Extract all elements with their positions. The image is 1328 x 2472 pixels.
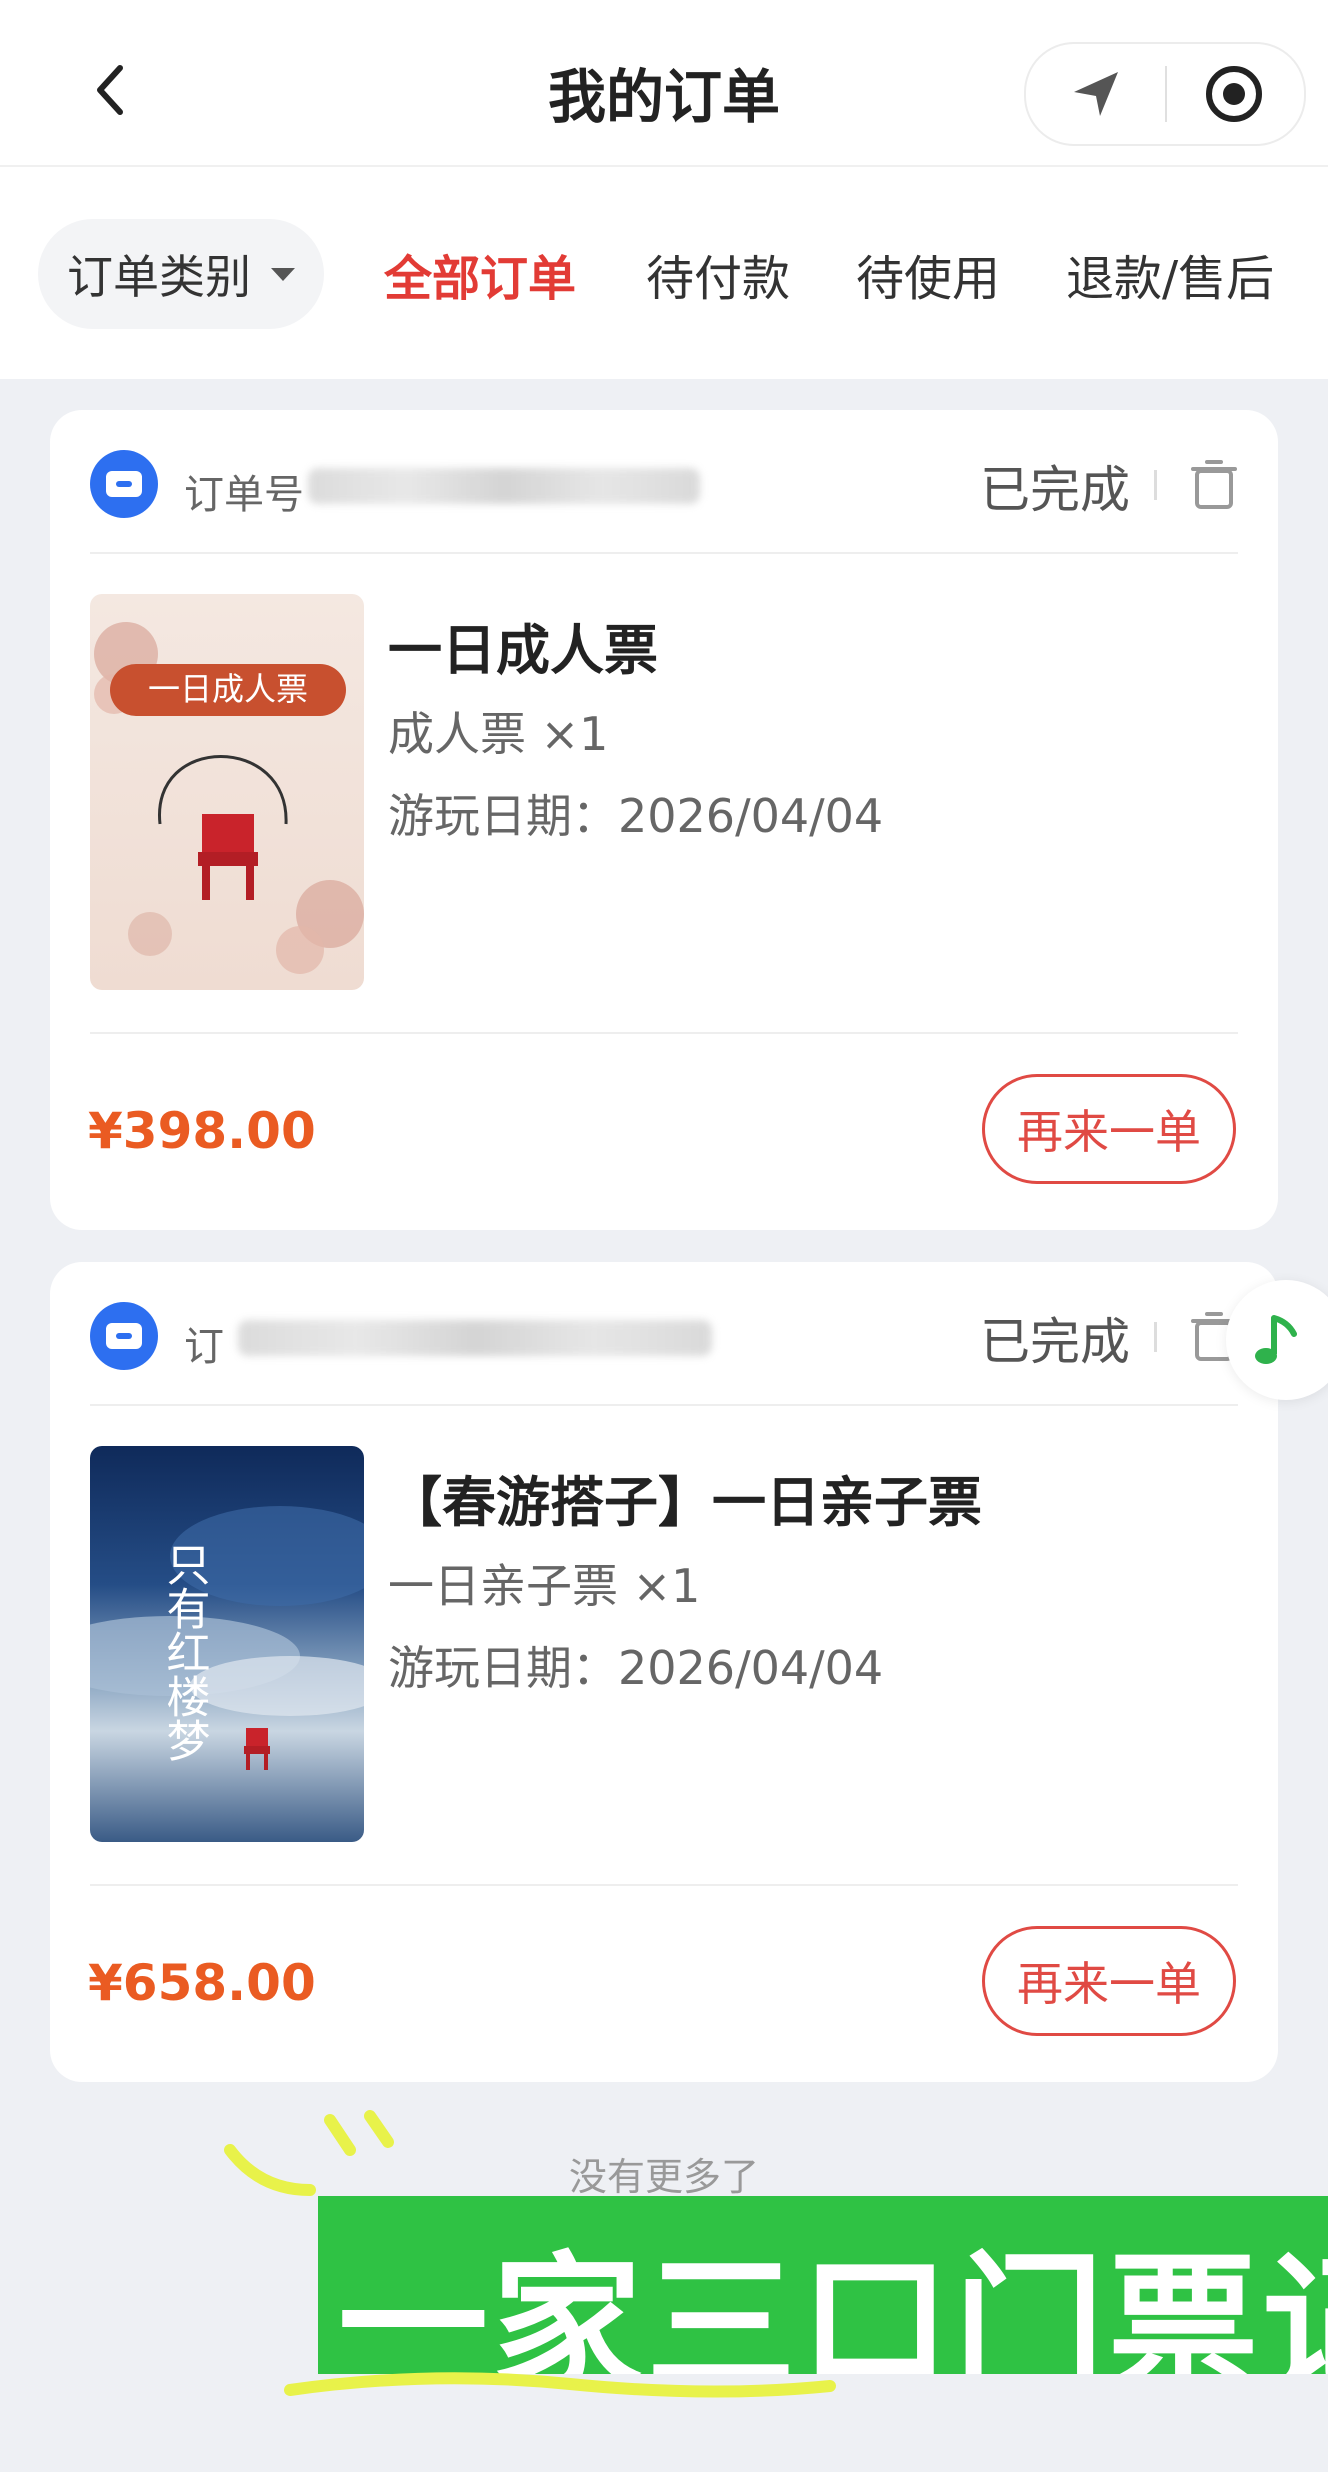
order-number-label: 订单号 <box>184 472 304 518</box>
product-thumbnail[interactable]: 只有红楼梦 <box>90 1446 364 1842</box>
reorder-button[interactable]: 再来一单 <box>982 1926 1236 2036</box>
capsule-divider <box>1165 66 1167 122</box>
ticket-icon <box>90 1302 158 1370</box>
target-circle-icon <box>1206 66 1262 122</box>
order-card: 订 已完成 只有红楼梦 【春游搭子】一日亲子票 一日亲子票 ×1 游玩日期：20… <box>50 1262 1278 2082</box>
order-number-label: 订 <box>184 1324 224 1370</box>
status-separator <box>1154 1322 1157 1352</box>
peony-chair-illustration: 一日成人票 <box>94 622 364 974</box>
thumbnail-label: 一日成人票 <box>148 670 308 708</box>
product-title[interactable]: 一日成人票 <box>388 606 658 685</box>
order-number-redacted <box>308 468 700 504</box>
no-more-text: 没有更多了 <box>568 2155 759 2199</box>
card-divider <box>90 1032 1238 1034</box>
location-button[interactable] <box>1064 62 1128 126</box>
order-card: 订单号 已完成 一日成人票 一日成人票 成人票 ×1 游玩日期：2026/04/… <box>50 410 1278 1230</box>
order-status: 已完成 <box>980 1313 1130 1371</box>
reorder-button[interactable]: 再来一单 <box>982 1074 1236 1184</box>
delete-order-button[interactable] <box>1184 454 1244 514</box>
navigation-arrow-icon <box>1074 72 1118 116</box>
music-note-icon <box>1255 1315 1297 1364</box>
card-divider <box>90 1404 1238 1406</box>
product-title[interactable]: 【春游搭子】一日亲子票 <box>388 1458 982 1537</box>
tab-all-orders[interactable]: 全部订单 <box>384 239 576 309</box>
product-spec: 成人票 ×1 <box>388 707 609 761</box>
ticket-icon <box>90 450 158 518</box>
order-category-dropdown[interactable]: 订单类别 <box>38 219 324 329</box>
tab-pending-payment[interactable]: 待付款 <box>646 239 790 309</box>
mini-program-capsule <box>1024 42 1306 146</box>
caption-banner: 一家三口门票记录 <box>318 2196 1328 2374</box>
tab-pending-use[interactable]: 待使用 <box>856 239 1000 309</box>
doodle-underline <box>284 2372 836 2398</box>
thumbnail-label: 只有红楼梦 <box>159 1542 210 1762</box>
filter-bar: 订单类别 全部订单 待付款 待使用 退款/售后 <box>0 167 1328 379</box>
close-miniprogram-button[interactable] <box>1202 62 1266 126</box>
card-divider <box>90 1884 1238 1886</box>
caret-down-icon <box>271 267 295 281</box>
order-status: 已完成 <box>980 461 1130 519</box>
trash-icon <box>1191 460 1237 509</box>
visit-date: 游玩日期：2026/04/04 <box>388 789 884 843</box>
tab-refund-aftersale[interactable]: 退款/售后 <box>1066 239 1274 309</box>
visit-date: 游玩日期：2026/04/04 <box>388 1641 884 1695</box>
order-price: ¥398.00 <box>88 1102 316 1160</box>
product-thumbnail[interactable]: 一日成人票 <box>90 594 364 990</box>
caption-text: 一家三口门票记录 <box>338 2239 1328 2374</box>
sky-poster-illustration: 只有红楼梦 <box>90 1506 364 1770</box>
order-number-redacted <box>238 1320 712 1356</box>
nav-header: 我的订单 <box>0 0 1328 167</box>
card-divider <box>90 552 1238 554</box>
order-category-label: 订单类别 <box>67 250 251 304</box>
product-spec: 一日亲子票 ×1 <box>388 1559 701 1613</box>
status-separator <box>1154 470 1157 500</box>
order-price: ¥658.00 <box>88 1954 316 2012</box>
